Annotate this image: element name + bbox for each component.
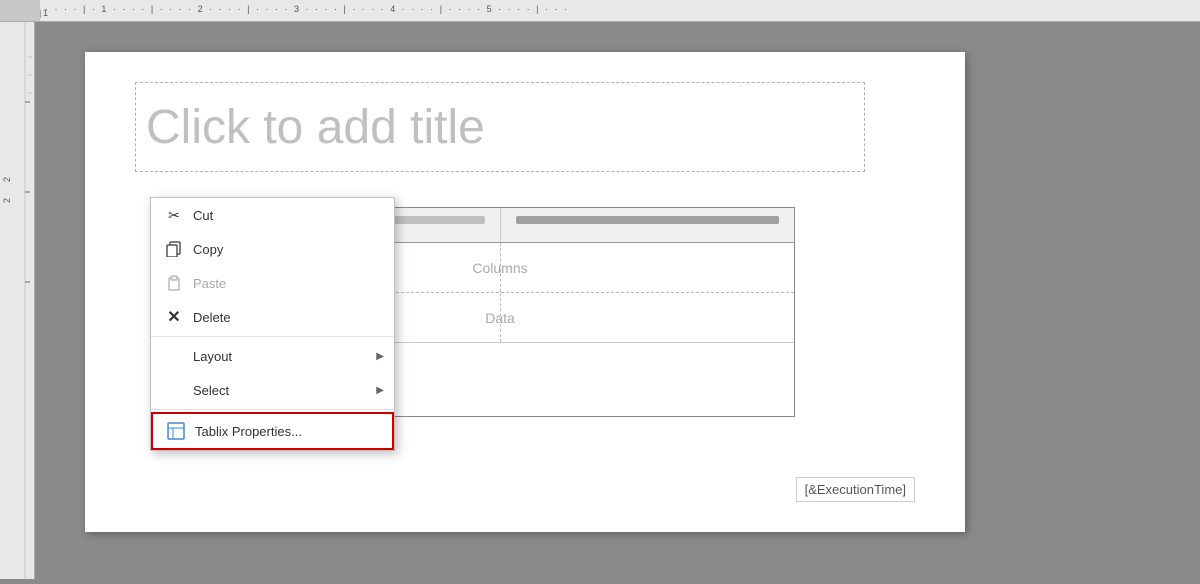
select-icon xyxy=(163,379,185,401)
paste-label: Paste xyxy=(193,276,226,291)
table-header-bar-2 xyxy=(516,216,780,224)
columns-label: Columns xyxy=(472,260,527,276)
title-placeholder[interactable]: Click to add title xyxy=(135,82,865,172)
ruler-left-inner: 2 2 xyxy=(0,22,34,579)
tablix-properties-label: Tablix Properties... xyxy=(195,424,302,439)
menu-item-copy[interactable]: Copy xyxy=(151,232,394,266)
title-text: Click to add title xyxy=(146,100,485,155)
menu-item-layout[interactable]: Layout ▶ xyxy=(151,339,394,373)
ruler-text: · · · · | · 1 · · · · | · · · · 2 · · · … xyxy=(45,4,569,14)
menu-separator-2 xyxy=(151,409,394,410)
layout-submenu-arrow: ▶ xyxy=(376,351,384,362)
menu-item-delete[interactable]: ✕ Delete xyxy=(151,300,394,334)
delete-icon: ✕ xyxy=(163,306,185,328)
menu-separator-1 xyxy=(151,336,394,337)
copy-label: Copy xyxy=(193,242,223,257)
delete-label: Delete xyxy=(193,310,231,325)
select-submenu-arrow: ▶ xyxy=(376,385,384,396)
copy-icon xyxy=(163,238,185,260)
ruler-left-svg: 2 xyxy=(0,22,35,579)
ruler-top: 1 // Generated inline - ruler marks · · … xyxy=(0,0,1200,22)
table-header-cell-2 xyxy=(501,208,795,242)
menu-item-paste[interactable]: Paste xyxy=(151,266,394,300)
data-label: Data xyxy=(485,310,515,326)
ruler-number-2: 2 xyxy=(2,177,12,182)
layout-icon xyxy=(163,345,185,367)
canvas-area: Click to add title Columns xyxy=(35,22,1200,579)
context-menu: ✂ Cut Copy Paste ✕ xyxy=(150,197,395,451)
menu-item-select[interactable]: Select ▶ xyxy=(151,373,394,407)
paste-icon xyxy=(163,272,185,294)
ruler-left: 2 2 xyxy=(0,22,35,579)
menu-item-cut[interactable]: ✂ Cut xyxy=(151,198,394,232)
ruler-top-inner: 1 // Generated inline - ruler marks · · … xyxy=(40,0,1200,21)
select-label: Select xyxy=(193,383,229,398)
cut-label: Cut xyxy=(193,208,213,223)
layout-label: Layout xyxy=(193,349,232,364)
svg-text:2: 2 xyxy=(2,198,12,203)
menu-item-tablix-properties[interactable]: Tablix Properties... xyxy=(151,412,394,450)
execution-time: [&ExecutionTime] xyxy=(796,477,915,502)
tablix-properties-icon xyxy=(165,420,187,442)
cut-icon: ✂ xyxy=(163,204,185,226)
